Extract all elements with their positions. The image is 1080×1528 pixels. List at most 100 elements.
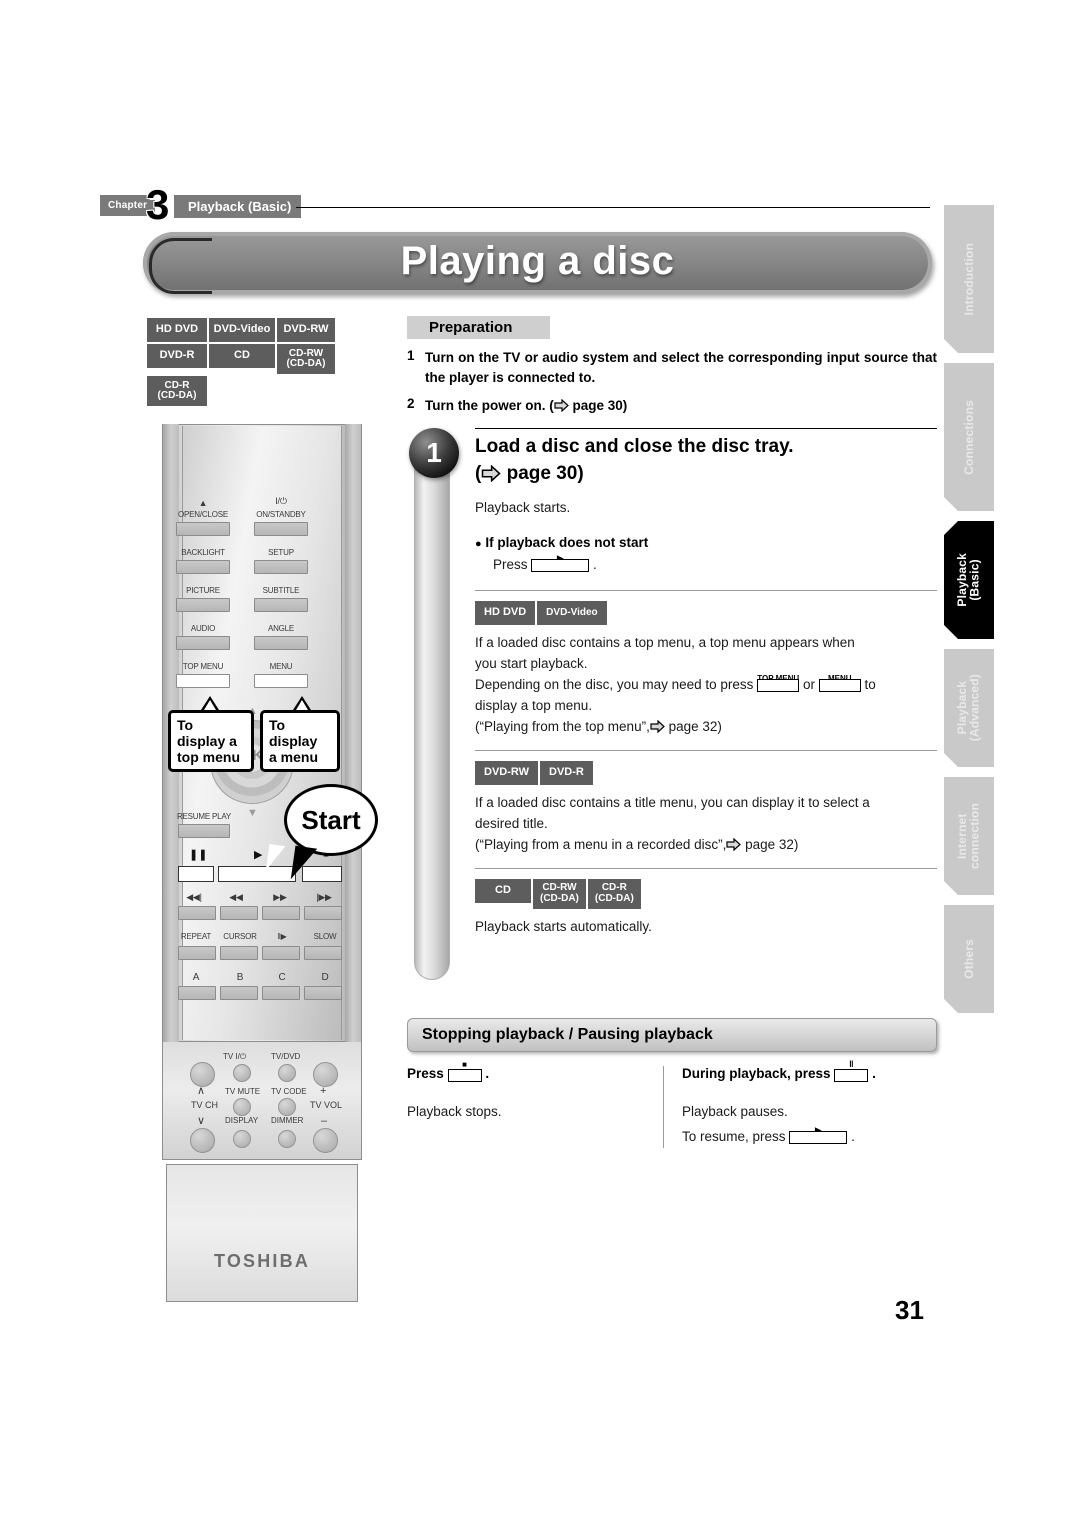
b-label: B — [236, 972, 244, 983]
step-1-title-line1: Load a disc and close the disc tray. — [475, 436, 794, 457]
repeat-label: REPEAT — [180, 932, 212, 941]
preparation-item: 2 Turn the power on. ( page 30) — [407, 396, 937, 416]
badge-row: DVD-RW DVD-R — [475, 760, 937, 785]
stop-press-row: Press ■ . — [407, 1059, 490, 1082]
rewind-glyph: ◀◀ — [229, 892, 243, 902]
tv-vol-up-button[interactable] — [313, 1062, 338, 1087]
next-button[interactable] — [304, 906, 342, 920]
cursor-button[interactable] — [220, 946, 258, 960]
next-glyph: |▶▶ — [316, 892, 332, 902]
disc-badge: CD-R (CD-DA) — [147, 376, 207, 406]
callout-line1: To display a — [177, 717, 237, 750]
side-tab-playback-basic[interactable]: Playback (Basic) — [944, 521, 994, 639]
remote-tv-section: TV I/⏻ TV/DVD ∧ TV MUTE TV CODE + TV CH … — [162, 1042, 362, 1160]
angle-button[interactable] — [254, 636, 308, 650]
rewind-button[interactable] — [220, 906, 258, 920]
resume-play-button[interactable] — [178, 824, 230, 838]
tv-ch-up-icon: ∧ — [197, 1085, 206, 1097]
audio-button[interactable] — [176, 636, 230, 650]
tv-ch-down-icon: ∨ — [197, 1115, 206, 1127]
open-close-glyph: ▲ — [198, 498, 208, 508]
callout-top-menu: To display a top menu — [168, 696, 254, 773]
pausing-column: During playback, press ‖ . Playback paus… — [663, 1059, 937, 1148]
step-1-body: Playback starts. — [475, 500, 571, 516]
chapter-number: 3 — [146, 181, 170, 228]
top-menu-key-graphic: TOP MENU — [757, 675, 800, 696]
b-button[interactable] — [220, 986, 258, 1000]
page-number: 31 — [895, 1295, 924, 1325]
on-standby-button[interactable] — [254, 522, 308, 536]
side-tab-introduction[interactable]: Introduction — [944, 205, 994, 353]
open-close-button[interactable] — [176, 522, 230, 536]
disc-type-badge-grid: HD DVD DVD-Video DVD-RW DVD-R CD CD-RW (… — [147, 318, 335, 408]
preparation-item: 1 Turn on the TV or audio system and sel… — [407, 348, 937, 387]
pause-result-1: Playback pauses. — [682, 1103, 788, 1119]
picture-label: PICTURE — [186, 586, 220, 595]
callout-line2: a menu — [269, 749, 319, 766]
disc-badge: DVD-Video — [537, 601, 607, 626]
preparation-item-number: 1 — [407, 348, 415, 363]
page-title: Playing a disc — [400, 238, 675, 283]
side-tab-connections[interactable]: Connections — [944, 363, 994, 511]
side-tab-others[interactable]: Others — [944, 905, 994, 1013]
side-tab-label: Introduction — [961, 242, 976, 316]
tv-ch-down-button[interactable] — [190, 1128, 215, 1153]
fast-forward-button[interactable] — [262, 906, 300, 920]
disc-badge: CD — [475, 878, 531, 903]
disc-block-inline-row: Depending on the disc, you may need to p… — [475, 675, 937, 696]
pause-button[interactable] — [178, 866, 214, 882]
c-button[interactable] — [262, 986, 300, 1000]
chapter-header: Chapter 3 Playback (Basic) — [100, 184, 930, 226]
step-number-badge: 1 — [409, 428, 459, 478]
remote-control-diagram: ▲ OPEN/CLOSE BACKLIGHT PICTURE AUDIO TOP… — [162, 424, 378, 1304]
disc-block-line: you start playback. — [475, 656, 588, 672]
tv-vol-down-button[interactable] — [313, 1128, 338, 1153]
menu-label: MENU — [269, 662, 293, 671]
side-tab-internet-connection[interactable]: Internet connection — [944, 777, 994, 895]
tv-vol-minus-icon: – — [321, 1115, 328, 1127]
d-button[interactable] — [304, 986, 342, 1000]
side-tab-playback-advanced[interactable]: Playback (Advanced) — [944, 649, 994, 767]
display-label: DISPLAY — [225, 1116, 259, 1125]
side-tab-label: Playback (Advanced) — [955, 674, 982, 742]
side-tab-label: Playback (Basic) — [955, 553, 982, 607]
disc-block-reference: (“Playing from the top menu”, page 32) — [475, 718, 722, 734]
on-standby-label: ON/STANDBY — [256, 510, 306, 519]
menu-key-graphic: MENU — [818, 675, 861, 696]
setup-button[interactable] — [254, 560, 308, 574]
dpad-down-icon[interactable]: ▼ — [247, 807, 258, 819]
resume-play-label: RESUME PLAY — [176, 812, 232, 821]
tv-dvd-button[interactable] — [278, 1064, 296, 1082]
side-navigation-tabs[interactable]: Introduction Connections Playback (Basic… — [944, 205, 994, 1023]
start-callout-pointer — [290, 845, 318, 883]
tv-vol-plus-icon: + — [320, 1085, 327, 1097]
preparation-item-text: Turn on the TV or audio system and selec… — [425, 350, 937, 385]
menu-button[interactable] — [254, 674, 308, 688]
top-menu-button[interactable] — [176, 674, 230, 688]
play-button[interactable] — [218, 866, 296, 882]
tv-mute-button[interactable] — [233, 1098, 251, 1116]
tv-code-button[interactable] — [278, 1098, 296, 1116]
repeat-button[interactable] — [178, 946, 216, 960]
preparation-item-text: Turn the power on. ( — [425, 398, 554, 414]
disc-badge: HD DVD — [147, 318, 207, 342]
resume-play-key-graphic: ▶ — [789, 1125, 848, 1148]
tv-power-button[interactable] — [233, 1064, 251, 1082]
picture-button[interactable] — [176, 598, 230, 612]
subtitle-button[interactable] — [254, 598, 308, 612]
dimmer-button[interactable] — [278, 1130, 296, 1148]
prev-glyph: ◀◀| — [186, 892, 202, 902]
backlight-button[interactable] — [176, 560, 230, 574]
disc-block-line: display a top menu. — [475, 698, 593, 714]
tv-mute-label: TV MUTE — [225, 1087, 261, 1096]
slow-button[interactable] — [304, 946, 342, 960]
frame-advance-button[interactable] — [262, 946, 300, 960]
step-1-content: Load a disc and close the disc tray. ( p… — [475, 428, 937, 938]
prev-button[interactable] — [178, 906, 216, 920]
preparation-item-text-after: page 30) — [572, 398, 628, 414]
a-button[interactable] — [178, 986, 216, 1000]
page-reference-arrow-icon — [481, 464, 501, 482]
tv-power-label: TV I/⏻ — [223, 1052, 247, 1061]
display-button[interactable] — [233, 1130, 251, 1148]
disc-badge: DVD-R — [147, 344, 207, 368]
